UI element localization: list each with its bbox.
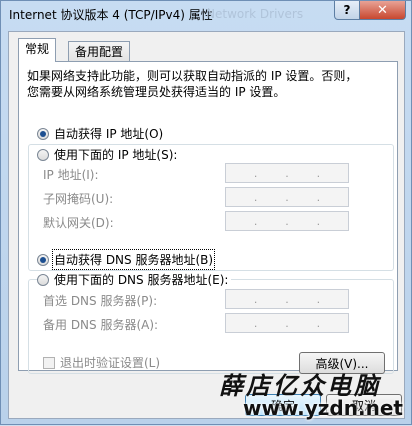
ip-dot: .	[253, 316, 258, 330]
radio-manual-ip[interactable]: 使用下面的 IP 地址(S):	[37, 146, 181, 163]
subnet-mask-input[interactable]: . . .	[225, 187, 349, 207]
description-line-2: 您需要从网络系统管理员处获得适当的 IP 设置。	[27, 85, 286, 99]
preferred-dns-input[interactable]: . . .	[225, 289, 349, 309]
cancel-button-label: 取消	[351, 398, 376, 413]
close-icon: ✕	[377, 2, 388, 18]
ip-dot: .	[316, 292, 321, 306]
description-line-1: 如果网络支持此功能，则可以获取自动指派的 IP 设置。否则，	[27, 69, 358, 83]
ip-dot: .	[285, 190, 289, 204]
dialog-window: Internet 协议版本 4 (TCP/IPv4) 属性 Network Dr…	[0, 0, 412, 425]
background-window-title: Network Drivers	[206, 7, 304, 21]
preferred-dns-label: 首选 DNS 服务器(P):	[43, 294, 158, 308]
advanced-button-label: 高级(V)...	[315, 356, 369, 371]
subnet-mask-label: 子网掩码(U):	[43, 192, 114, 206]
dialog-client-area: 常规 备用配置 如果网络支持此功能，则可以获取自动指派的 IP 设置。否则， 您…	[8, 31, 405, 419]
ip-dot: .	[253, 190, 258, 204]
tab-alternate-label: 备用配置	[75, 45, 124, 59]
validate-on-exit-label: 退出时验证设置(L)	[60, 356, 161, 370]
alternate-dns-input[interactable]: . . .	[225, 313, 349, 333]
radio-button-unchecked[interactable]	[37, 148, 49, 161]
advanced-button[interactable]: 高级(V)...	[299, 352, 385, 374]
radio-auto-dns-label: 自动获得 DNS 服务器地址(B)	[51, 249, 216, 270]
radio-button-unchecked[interactable]	[37, 273, 49, 286]
title-bar[interactable]: Internet 协议版本 4 (TCP/IPv4) 属性 Network Dr…	[1, 1, 411, 31]
help-button[interactable]: ?	[334, 1, 360, 20]
radio-manual-dns[interactable]: 使用下面的 DNS 服务器地址(E):	[37, 271, 232, 288]
ip-dot: .	[285, 292, 289, 306]
ip-dot: .	[253, 166, 258, 180]
ip-dot: .	[253, 292, 258, 306]
alternate-dns-label: 备用 DNS 服务器(A):	[43, 318, 159, 332]
window-title: Internet 协议版本 4 (TCP/IPv4) 属性	[9, 8, 213, 22]
radio-button-checked[interactable]	[37, 253, 49, 266]
radio-button-checked[interactable]	[37, 127, 49, 140]
help-icon: ?	[343, 3, 351, 17]
ip-dot: .	[316, 316, 321, 330]
ip-dot: .	[285, 214, 289, 228]
ip-dot: .	[285, 316, 289, 330]
radio-auto-ip-label: 自动获得 IP 地址(O)	[54, 127, 164, 141]
ip-dot: .	[253, 214, 258, 228]
default-gateway-label: 默认网关(D):	[43, 216, 114, 230]
tab-general[interactable]: 常规	[18, 38, 57, 62]
tab-general-label: 常规	[25, 42, 50, 56]
checkbox-box[interactable]	[43, 356, 55, 369]
ip-dot: .	[285, 166, 289, 180]
radio-manual-ip-label: 使用下面的 IP 地址(S):	[54, 148, 178, 162]
close-button[interactable]: ✕	[359, 1, 406, 20]
tab-alternate-configuration[interactable]: 备用配置	[68, 41, 131, 62]
description-text: 如果网络支持此功能，则可以获取自动指派的 IP 设置。否则， 您需要从网络系统管…	[27, 68, 387, 100]
cancel-button[interactable]: 取消	[326, 394, 402, 416]
ip-address-input[interactable]: . . .	[225, 163, 349, 183]
ip-address-label: IP 地址(I):	[43, 168, 99, 182]
radio-auto-dns[interactable]: 自动获得 DNS 服务器地址(B)	[37, 249, 217, 270]
radio-manual-dns-label: 使用下面的 DNS 服务器地址(E):	[54, 273, 229, 287]
ip-dot: .	[316, 166, 321, 180]
ip-dot: .	[316, 214, 321, 228]
ip-dot: .	[316, 190, 321, 204]
validate-on-exit-checkbox[interactable]: 退出时验证设置(L)	[43, 354, 160, 371]
default-gateway-input[interactable]: . . .	[225, 211, 349, 231]
ok-button-label: 确定	[270, 398, 295, 413]
ok-button[interactable]: 确定	[245, 394, 321, 416]
radio-auto-ip[interactable]: 自动获得 IP 地址(O)	[37, 125, 167, 142]
